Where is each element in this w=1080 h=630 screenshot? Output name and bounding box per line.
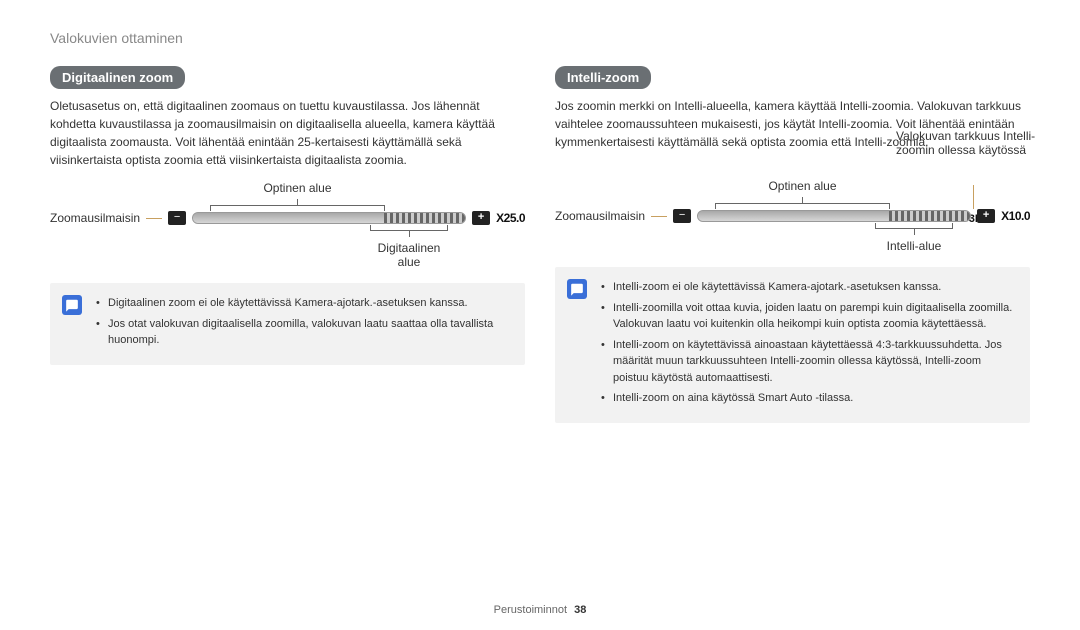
- right-column: Intelli-zoom Jos zoomin merkki on Intell…: [555, 66, 1030, 423]
- zoom-plus-icon: +: [472, 211, 490, 225]
- breadcrumb: Valokuvien ottaminen: [50, 30, 1030, 46]
- left-column: Digitaalinen zoom Oletusasetus on, että …: [50, 66, 525, 423]
- zoom-indicator-label: Zoomausilmaisin: [555, 209, 645, 223]
- zoom-minus-icon: −: [673, 209, 691, 223]
- zoom-plus-icon: +: [977, 209, 995, 223]
- note-icon: [567, 279, 587, 299]
- left-note-item: Jos otat valokuvan digitaalisella zoomil…: [96, 316, 511, 349]
- right-zoom-diagram: Valokuvan tarkkuus Intelli-zoomin olless…: [555, 179, 1030, 253]
- left-heading-pill: Digitaalinen zoom: [50, 66, 185, 89]
- right-note-box: Intelli-zoom ei ole käytettävissä Kamera…: [555, 267, 1030, 423]
- right-heading-pill: Intelli-zoom: [555, 66, 651, 89]
- left-body: Oletusasetus on, että digitaalinen zooma…: [50, 97, 525, 169]
- optical-range-label: Optinen alue: [210, 181, 385, 195]
- right-note-item: Intelli-zoom on käytettävissä ainoastaan…: [601, 337, 1016, 387]
- note-icon: [62, 295, 82, 315]
- footer-section: Perustoiminnot: [494, 604, 567, 616]
- zoom-minus-icon: −: [168, 211, 186, 225]
- right-note-item: Intelli-zoom on aina käytössä Smart Auto…: [601, 390, 1016, 407]
- zoom-value: X10.0: [1001, 209, 1030, 223]
- intelli-range-label: Intelli-alue: [875, 239, 953, 253]
- footer-page-number: 38: [574, 604, 586, 616]
- zoom-intelli-segment: [889, 211, 971, 221]
- digital-range-label: Digitaalinen alue: [370, 241, 448, 269]
- left-zoom-diagram: Optinen alue Zoomausilmaisin − + X25.0: [50, 181, 525, 269]
- right-note-item: Intelli-zoom ei ole käytettävissä Kamera…: [601, 279, 1016, 296]
- leader-line: [146, 218, 162, 219]
- left-note-box: Digitaalinen zoom ei ole käytettävissä K…: [50, 283, 525, 365]
- resolution-annotation: Valokuvan tarkkuus Intelli-zoomin olless…: [896, 129, 1036, 157]
- page-columns: Digitaalinen zoom Oletusasetus on, että …: [50, 66, 1030, 423]
- zoom-optical-segment: [698, 211, 888, 221]
- leader-line: [651, 216, 667, 217]
- right-note-item: Intelli-zoomilla voit ottaa kuvia, joide…: [601, 300, 1016, 333]
- page-footer: Perustoiminnot 38: [0, 604, 1080, 616]
- annotation-leader: [973, 185, 974, 209]
- zoom-indicator-label: Zoomausilmaisin: [50, 211, 140, 225]
- zoom-bar: [192, 212, 466, 224]
- zoom-digital-segment: [384, 213, 466, 223]
- optical-range-label: Optinen alue: [715, 179, 890, 193]
- zoom-bar: [697, 210, 971, 222]
- zoom-value: X25.0: [496, 211, 525, 225]
- zoom-optical-segment: [193, 213, 383, 223]
- left-note-item: Digitaalinen zoom ei ole käytettävissä K…: [96, 295, 511, 312]
